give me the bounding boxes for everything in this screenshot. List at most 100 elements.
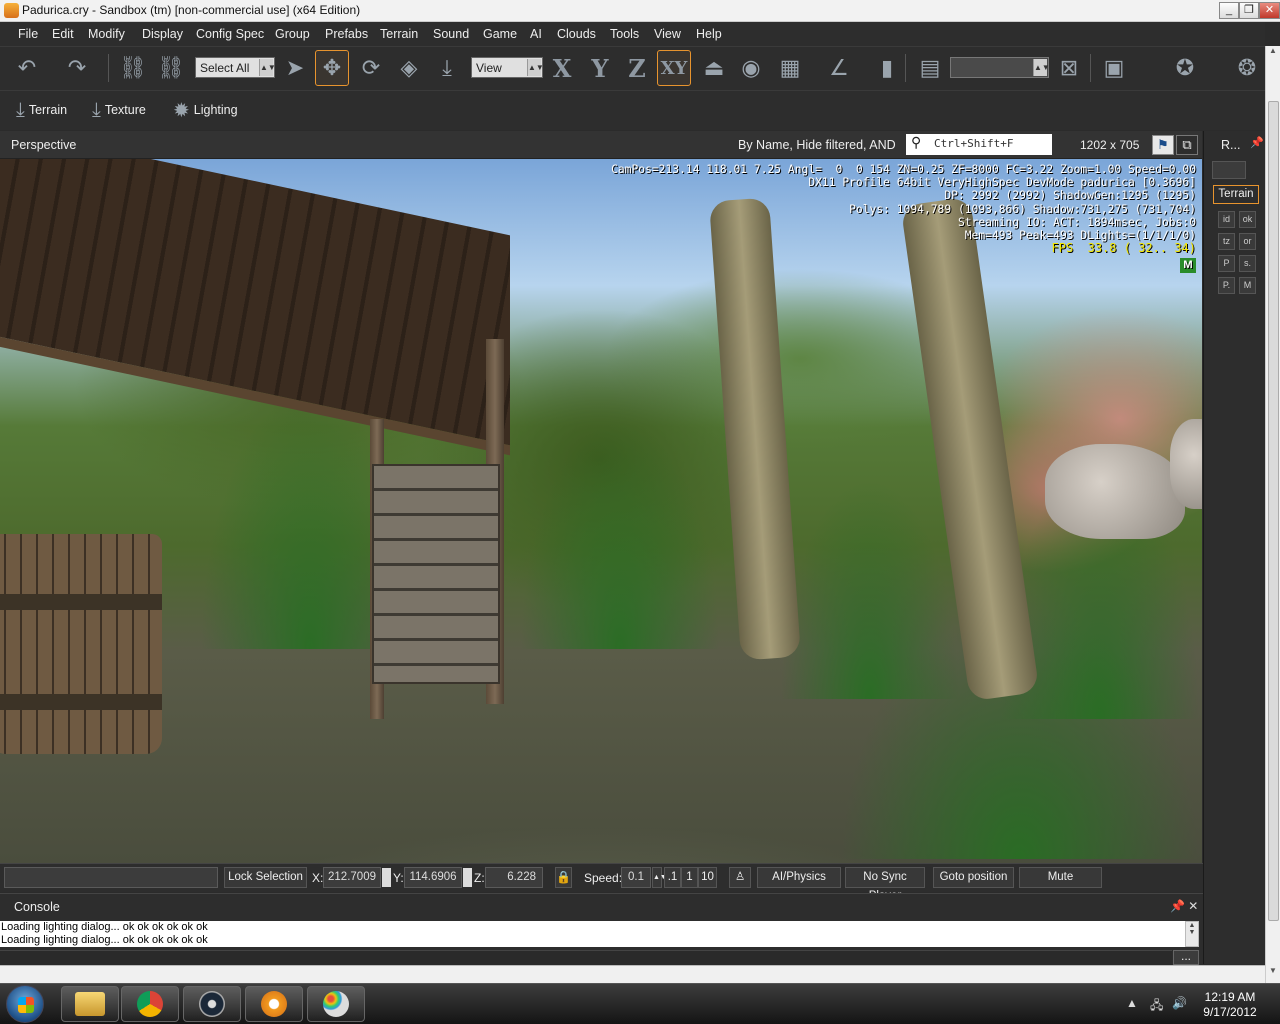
- undo-icon[interactable]: ↶: [10, 50, 44, 86]
- rollup-tool[interactable]: P: [1218, 255, 1235, 272]
- console-pin-close-icons[interactable]: 📌 ✕: [1170, 899, 1198, 913]
- rollup-tool[interactable]: id: [1218, 211, 1235, 228]
- link-icon[interactable]: ⛓: [116, 50, 150, 86]
- axis-y-button[interactable]: Y: [583, 50, 617, 86]
- viewport-search-input[interactable]: ⚲ Ctrl+Shift+F: [906, 134, 1052, 155]
- lock-selection-button[interactable]: Lock Selection: [224, 867, 307, 888]
- redo-icon[interactable]: ↷: [60, 50, 94, 86]
- menu-config-spec[interactable]: Config Spec: [196, 27, 264, 41]
- axis-z-button[interactable]: Z: [620, 50, 654, 86]
- rollup-tool[interactable]: ok: [1239, 211, 1256, 228]
- speed-input[interactable]: 0.1: [621, 867, 651, 888]
- rollup-tool[interactable]: P.: [1218, 277, 1235, 294]
- save-level-icon[interactable]: ▣: [1097, 50, 1131, 86]
- scroll-down-icon[interactable]: ▼: [1266, 966, 1280, 982]
- texture-tool-button[interactable]: ⤓ Texture: [92, 96, 146, 124]
- menu-clouds[interactable]: Clouds: [557, 27, 596, 41]
- unlink-icon[interactable]: ⛓: [154, 50, 188, 86]
- menu-modify[interactable]: Modify: [88, 27, 125, 41]
- console-scrollbar[interactable]: ▲ ▼: [1185, 921, 1199, 947]
- help-icon[interactable]: ❂: [1230, 50, 1264, 86]
- close-button[interactable]: ✕: [1259, 2, 1280, 19]
- ai-physics-button[interactable]: AI/Physics: [757, 867, 841, 888]
- lock-icon[interactable]: 🔒: [555, 867, 572, 888]
- ruler-icon[interactable]: ▮: [870, 50, 904, 86]
- console-more-button[interactable]: ...: [1173, 950, 1199, 965]
- network-icon[interactable]: 🖧: [1150, 996, 1163, 1017]
- selection-filter-combo[interactable]: Select All ▲▼: [195, 57, 276, 78]
- rollup-tool[interactable]: tz: [1218, 233, 1235, 250]
- scrollbar-thumb[interactable]: [1268, 101, 1279, 921]
- lighting-tool-button[interactable]: ✹ Lighting: [173, 96, 238, 124]
- no-sync-player-button[interactable]: No Sync Player: [845, 867, 925, 902]
- tab-terrain[interactable]: Terrain: [1213, 185, 1259, 204]
- snap-to-terrain-icon[interactable]: ⤓: [430, 50, 464, 86]
- terrain-tool-button[interactable]: ⤓ Terrain: [16, 96, 67, 124]
- menu-view[interactable]: View: [654, 27, 681, 41]
- grid-icon[interactable]: ▦: [773, 50, 807, 86]
- hand-icon[interactable]: [1212, 161, 1246, 179]
- y-spinner[interactable]: [463, 868, 472, 887]
- menu-sound[interactable]: Sound: [433, 27, 469, 41]
- move-icon[interactable]: ✥: [315, 50, 349, 86]
- z-coordinate-input[interactable]: 6.228: [485, 867, 543, 888]
- menu-terrain[interactable]: Terrain: [380, 27, 418, 41]
- menu-game[interactable]: Game: [483, 27, 517, 41]
- taskbar-steam[interactable]: [183, 986, 241, 1022]
- texture-tool-label: Texture: [104, 103, 146, 117]
- menu-help[interactable]: Help: [696, 27, 722, 41]
- minimize-button[interactable]: _: [1219, 2, 1239, 19]
- menu-file[interactable]: File: [18, 27, 38, 41]
- axis-x-button[interactable]: X: [545, 50, 579, 86]
- layer-icon[interactable]: ▤: [913, 50, 947, 86]
- rollup-tool[interactable]: M: [1239, 277, 1256, 294]
- menu-tools[interactable]: Tools: [610, 27, 639, 41]
- clock-date[interactable]: 9/17/2012: [1200, 1005, 1260, 1019]
- x-coordinate-input[interactable]: 212.7009: [323, 867, 381, 888]
- rollup-tool[interactable]: or: [1239, 233, 1256, 250]
- menu-prefabs[interactable]: Prefabs: [325, 27, 368, 41]
- maximize-button[interactable]: ❐: [1239, 2, 1259, 19]
- axis-xy-button[interactable]: XY: [657, 50, 691, 86]
- speed-1-button[interactable]: 1: [681, 867, 698, 888]
- menu-display[interactable]: Display: [142, 27, 183, 41]
- scale-icon[interactable]: ◈: [392, 50, 426, 86]
- perspective-viewport[interactable]: CamPos=213.14 118.01 7.25 Angl= 0 0 154 …: [0, 159, 1202, 863]
- physics-icon[interactable]: ⊠: [1052, 50, 1086, 86]
- menu-edit[interactable]: Edit: [52, 27, 74, 41]
- scroll-up-icon[interactable]: ▲: [1266, 46, 1280, 62]
- window-scrollbar[interactable]: ▲ ▼: [1265, 46, 1280, 983]
- speed-10-button[interactable]: 10: [698, 867, 717, 888]
- y-coordinate-input[interactable]: 114.6906: [404, 867, 462, 888]
- show-hidden-icons[interactable]: ▲: [1126, 996, 1138, 1010]
- x-spinner[interactable]: [382, 868, 391, 887]
- taskbar-sandbox[interactable]: [245, 986, 303, 1022]
- taskbar-chrome[interactable]: [121, 986, 179, 1022]
- maximize-viewport-icon[interactable]: ⧉: [1176, 135, 1198, 155]
- clock-time[interactable]: 12:19 AM: [1200, 990, 1260, 1004]
- rollup-tool[interactable]: s.: [1239, 255, 1256, 272]
- camera-icon[interactable]: ◉: [734, 50, 768, 86]
- start-button[interactable]: [6, 985, 44, 1023]
- coordinate-system-combo[interactable]: View ▲▼: [471, 57, 544, 78]
- pin-icon[interactable]: 📌: [1250, 136, 1264, 149]
- terrain-snap-icon[interactable]: ⏏: [697, 50, 731, 86]
- menu-group[interactable]: Group: [275, 27, 310, 41]
- volume-icon[interactable]: 🔊: [1172, 996, 1187, 1010]
- player-icon[interactable]: ♙: [729, 867, 751, 888]
- goto-position-button[interactable]: Goto position: [933, 867, 1014, 888]
- taskbar-explorer[interactable]: [61, 986, 119, 1022]
- viewport-type-label[interactable]: Perspective: [11, 138, 76, 152]
- console-input[interactable]: [0, 950, 1172, 965]
- menu-ai[interactable]: AI: [530, 27, 542, 41]
- rotate-icon[interactable]: ⟳: [354, 50, 388, 86]
- speed-spinner[interactable]: ▲▼: [652, 867, 667, 888]
- mute-button[interactable]: Mute: [1019, 867, 1102, 888]
- select-arrow-icon[interactable]: ➤: [278, 50, 312, 86]
- layer-combo[interactable]: ▲▼: [950, 57, 1050, 78]
- viewport-options-icon[interactable]: ⚑: [1152, 135, 1174, 155]
- angle-snap-icon[interactable]: ∠: [822, 50, 856, 86]
- speed-01-button[interactable]: .1: [664, 867, 681, 888]
- taskbar-paint[interactable]: [307, 986, 365, 1022]
- globe-icon[interactable]: ✪: [1168, 50, 1202, 86]
